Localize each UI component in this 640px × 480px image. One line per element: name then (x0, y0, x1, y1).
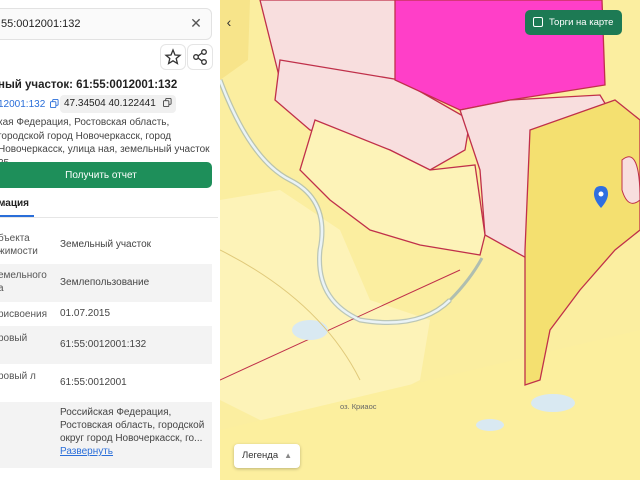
info-row: ровый 61:55:0012001:132 (0, 326, 212, 364)
legend-label: Легенда (242, 450, 279, 461)
info-row-key: ровый л (0, 371, 36, 382)
address-value-text: Российская Федерация, Ростовская область… (60, 407, 205, 444)
info-row: Российская Федерация, Ростовская область… (0, 402, 212, 468)
info-row-value: Российская Федерация, Ростовская область… (60, 406, 210, 458)
legend-button[interactable]: Легенда ▲ (234, 444, 300, 468)
info-row-key: рисвоения (0, 309, 47, 320)
map-place-label: оз. Криаос (340, 402, 377, 411)
info-panel: ✕ ный участок: 61:55:0012001:132 12001:1… (0, 0, 220, 480)
info-row: рисвоения 01.07.2015 (0, 302, 212, 326)
chevron-up-icon: ▲ (284, 451, 292, 460)
info-row-value: Земельный участок (60, 239, 152, 250)
star-icon (164, 48, 182, 65)
info-row: емельного а Землепользование (0, 264, 212, 302)
info-row-key: емельного а (0, 270, 47, 294)
expand-link[interactable]: Развернуть (60, 446, 113, 457)
share-icon (193, 49, 207, 65)
favorite-button[interactable] (160, 44, 186, 70)
share-button[interactable] (187, 44, 213, 70)
parcel-title: ный участок: 61:55:0012001:132 (0, 79, 178, 91)
info-row-key: ровый (0, 333, 28, 344)
tab-divider (0, 217, 218, 218)
copy-icon[interactable] (162, 98, 172, 107)
info-row-value: 61:55:0012001 (60, 377, 127, 388)
tab-information[interactable]: мация (0, 198, 29, 209)
map-area[interactable]: оз. Криаос (220, 0, 640, 480)
get-report-button[interactable]: Получить отчет (0, 162, 212, 188)
coordinates-text: 47.34504 40.122441 (64, 98, 156, 109)
cadastral-number-link[interactable]: 12001:132 (0, 99, 59, 110)
map-canvas (220, 0, 640, 480)
checkbox-icon[interactable] (533, 17, 543, 27)
copy-icon[interactable] (50, 99, 59, 108)
auctions-toggle[interactable]: Торги на карте (525, 10, 622, 35)
cadastral-number-text: 12001:132 (0, 99, 46, 110)
info-row-value: Землепользование (60, 277, 150, 288)
close-icon[interactable]: ✕ (187, 14, 205, 32)
search-box: ✕ (0, 8, 212, 40)
auctions-toggle-label: Торги на карте (549, 17, 614, 28)
info-row: бъекта жимости Земельный участок (0, 228, 212, 264)
info-row-value: 61:55:0012001:132 (60, 339, 147, 350)
search-input[interactable] (1, 15, 181, 33)
info-row: ровый л 61:55:0012001 (0, 364, 212, 402)
coordinates-badge: 47.34504 40.122441 (60, 95, 176, 113)
info-row-key: бъекта жимости (0, 233, 38, 257)
back-arrow-icon[interactable]: ‹ (222, 12, 236, 32)
info-row-value: 01.07.2015 (60, 308, 111, 319)
